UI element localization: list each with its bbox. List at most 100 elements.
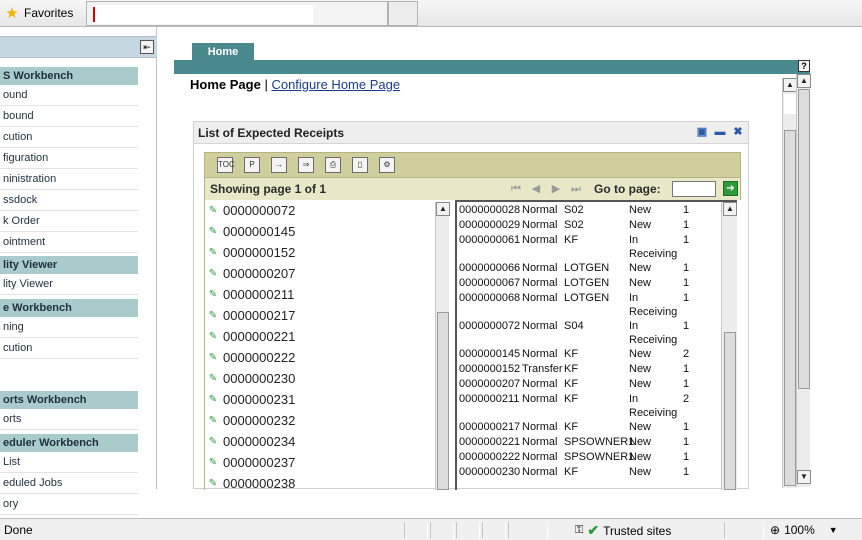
configure-home-page-link[interactable]: Configure Home Page — [271, 77, 400, 92]
cell-qty: 2 — [683, 393, 690, 405]
export-all-icon[interactable]: ⇒ — [298, 157, 314, 173]
cell-id: 0000000061 — [459, 234, 521, 246]
previous-page-icon[interactable]: ◀ — [529, 182, 543, 196]
cell-id: 0000000221 — [459, 436, 521, 448]
cell-owner: LOTGEN — [564, 292, 610, 304]
cell-qty: 1 — [683, 262, 690, 274]
favorites-bar: ★ Favorites — [0, 0, 862, 27]
cell-type: Normal — [522, 204, 558, 216]
cell-qty: 1 — [683, 378, 690, 390]
sidebar-item[interactable]: k Order — [0, 211, 138, 232]
outer-page-scrollbar[interactable]: ▲ ▼ — [796, 74, 811, 487]
export-icon[interactable]: → — [271, 157, 287, 173]
sidebar-group-workbench[interactable]: S Workbench — [0, 67, 138, 85]
list-item[interactable]: ✎ 0000000230 — [207, 368, 296, 389]
zoom-control[interactable]: ⊕ 100% ▼ — [770, 523, 838, 537]
list-item[interactable]: ✎ 0000000207 — [207, 263, 296, 284]
grid-scrollbar[interactable]: ▲ — [721, 202, 737, 490]
document-icon[interactable]: ▯ — [352, 157, 368, 173]
sidebar-item[interactable]: ning — [0, 317, 138, 338]
sidebar-item[interactable]: List — [0, 452, 138, 473]
scrollbar-thumb[interactable] — [724, 332, 736, 490]
leaf-icon: ✎ — [208, 289, 218, 300]
list-item[interactable]: ✎ 0000000217 — [207, 305, 296, 326]
security-zone[interactable]: ⚿ ✔ Trusted sites — [575, 522, 671, 539]
cell-type: Normal — [522, 466, 558, 478]
close-icon[interactable]: ✖ — [732, 126, 744, 138]
minimize-icon[interactable]: ▬ — [714, 126, 726, 138]
check-icon: ✔ — [587, 522, 600, 538]
sidebar-item[interactable]: orts — [0, 409, 138, 430]
sidebar-item[interactable]: lity Viewer — [0, 274, 138, 295]
outer-scrollbars: ▲ ▲ ▼ — [782, 74, 811, 488]
sidebar-item[interactable]: ninistration — [0, 169, 138, 190]
next-page-icon[interactable]: ▶ — [549, 182, 563, 196]
sidebar-item[interactable]: figuration — [0, 148, 138, 169]
cell-qty: 1 — [683, 277, 690, 289]
sidebar-item[interactable]: eduled Jobs — [0, 473, 138, 494]
list-item[interactable]: ✎ 0000000072 — [207, 200, 296, 221]
leaf-icon: ✎ — [208, 373, 218, 384]
new-tab-button[interactable] — [388, 1, 418, 26]
toc-icon[interactable]: TOC — [217, 157, 235, 173]
sidebar-item[interactable]: cution — [0, 338, 138, 359]
scrollbar-thumb[interactable] — [437, 312, 449, 490]
protected-mode-cell[interactable] — [724, 522, 764, 538]
print-icon[interactable]: ⎙ — [325, 157, 341, 173]
scroll-down-icon[interactable]: ▼ — [797, 470, 811, 484]
collapse-sidebar-icon[interactable]: ⇤ — [140, 40, 154, 54]
sidebar-group-scheduler[interactable]: eduler Workbench — [0, 434, 138, 452]
list-item[interactable]: ✎ 0000000222 — [207, 347, 296, 368]
first-page-icon[interactable]: ⏮ — [509, 182, 523, 196]
sidebar-item[interactable]: ory — [0, 494, 138, 515]
list-item[interactable]: ✎ 0000000211 — [207, 284, 295, 305]
tab-home[interactable]: Home — [192, 43, 254, 63]
list-item[interactable]: ✎ 0000000238 — [207, 473, 296, 490]
sidebar-item[interactable]: ssdock — [0, 190, 138, 211]
last-page-icon[interactable]: ⏭ — [569, 182, 583, 196]
status-cell — [482, 522, 506, 538]
sidebar-item[interactable]: cution — [0, 127, 138, 148]
goto-page-input[interactable] — [672, 181, 716, 197]
list-scrollbar[interactable]: ▲ — [435, 202, 450, 490]
cell-status: New — [629, 277, 652, 289]
scrollbar-thumb[interactable] — [784, 130, 796, 486]
tab-strip[interactable] — [86, 1, 388, 26]
scrollbar-thumb[interactable] — [798, 89, 810, 389]
cell-type: Normal — [522, 348, 558, 360]
sidebar-group-viewer[interactable]: lity Viewer — [0, 256, 138, 274]
cell-type: Transfer — [522, 363, 563, 375]
scroll-up-icon[interactable]: ▲ — [797, 74, 811, 88]
report-toolbar: TOC P → ⇒ ⎙ ▯ ⚙ — [204, 152, 741, 178]
list-item[interactable]: ✎ 0000000152 — [207, 242, 296, 263]
pdf-icon[interactable]: P — [244, 157, 260, 173]
list-item[interactable]: ✎ 0000000221 — [207, 326, 296, 347]
sidebar-group-reports[interactable]: orts Workbench — [0, 391, 138, 409]
settings-icon[interactable]: ⚙ — [379, 157, 395, 173]
list-item[interactable]: ✎ 0000000145 — [207, 221, 296, 242]
list-item[interactable]: ✎ 0000000234 — [207, 431, 296, 452]
cell-id: 0000000207 — [459, 378, 521, 390]
cell-type: Normal — [522, 292, 558, 304]
scroll-up-icon[interactable]: ▲ — [723, 202, 737, 216]
sidebar-group-e-workbench[interactable]: e Workbench — [0, 299, 138, 317]
sidebar-item[interactable]: bound — [0, 106, 138, 127]
sidebar-item[interactable]: ound — [0, 85, 138, 106]
inner-page-scrollbar[interactable]: ▲ — [782, 78, 797, 488]
favorites-button[interactable]: ★ Favorites — [4, 3, 73, 23]
list-item[interactable]: ✎ 0000000231 — [207, 389, 296, 410]
save-icon[interactable]: ▣ — [696, 126, 708, 138]
cell-owner: SPSOWNER1 — [564, 451, 635, 463]
cell-qty: 2 — [683, 348, 690, 360]
go-arrow-icon[interactable]: ➔ — [723, 181, 738, 196]
list-item[interactable]: ✎ 0000000232 — [207, 410, 296, 431]
scroll-up-icon[interactable]: ▲ — [436, 202, 450, 216]
list-item[interactable]: ✎ 0000000237 — [207, 452, 296, 473]
help-icon[interactable]: ? — [798, 60, 810, 72]
list-item-label: 0000000221 — [223, 329, 296, 344]
address-input[interactable] — [93, 5, 313, 24]
sidebar-item[interactable]: ointment — [0, 232, 138, 253]
scroll-up-icon[interactable]: ▲ — [783, 78, 797, 92]
cell-status-cont: Receiving — [629, 334, 678, 346]
status-text: Done — [4, 523, 33, 537]
